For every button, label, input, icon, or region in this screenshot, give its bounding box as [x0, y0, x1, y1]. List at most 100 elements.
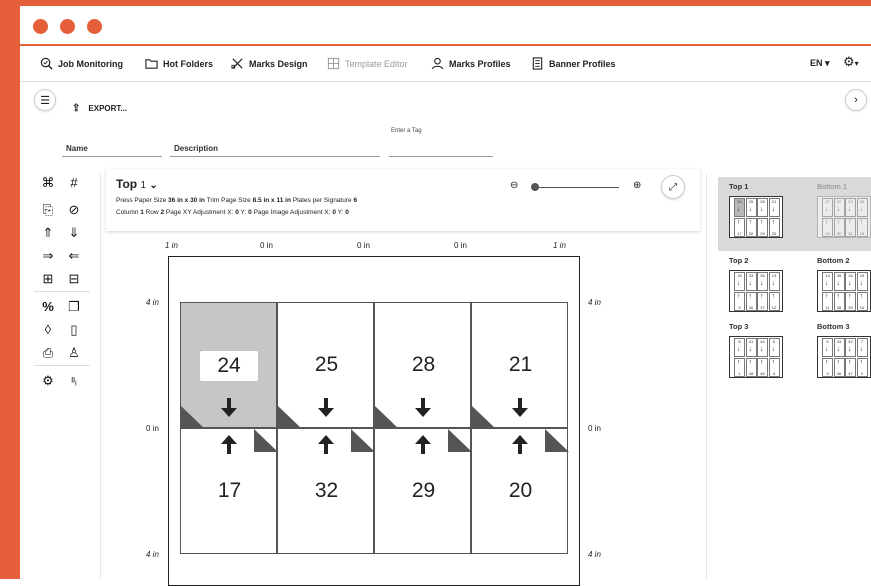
page-28[interactable]: 28 [374, 302, 471, 429]
signature-thumbnail[interactable]: 27 ↓ 22 ↓ 23 ↓ 26 ↓ 19 ↑ 30 ↑ 31 ↑ 18 ↑ [817, 196, 871, 238]
signature-info-line-2: Column 1 Row 2 Page XY Adjustment X: 0 Y… [116, 209, 349, 216]
map-tool[interactable]: ⌘ [38, 174, 58, 192]
signature-title: Top [116, 177, 138, 191]
page-25[interactable]: 25 [277, 302, 374, 429]
page-17[interactable]: 17 [180, 428, 278, 554]
signature-thumbnail[interactable]: 24 ↓ 25 ↓ 28 ↓ 21 ↓ 17 ↑ 32 ↑ 29 ↑ 20 ↑ [729, 196, 783, 238]
numbered-page-icon: ⎙ [42, 345, 54, 360]
signature-thumb-page: 5 ↓ [768, 338, 780, 357]
description-field[interactable] [170, 156, 380, 157]
zoom-out-button[interactable]: ⊖ [510, 180, 518, 191]
fullscreen-button[interactable]: ⤢ [661, 175, 685, 199]
menu-template-editor-label: Template Editor [345, 58, 408, 69]
signature-thumb-page-number: 29 [760, 231, 765, 236]
arrow-down-icon: ↓ [748, 206, 753, 213]
page-image-x-value: 0 [332, 209, 336, 216]
arrow-up-icon: ↑ [859, 219, 864, 226]
language-label: EN [810, 58, 823, 68]
blocked-icon: ⊘ [68, 202, 80, 217]
signature-selector[interactable]: Top 1 ⌄ [116, 177, 158, 191]
menu-hot-folders[interactable]: Hot Folders [145, 57, 213, 70]
book-tool[interactable]: ▯ [64, 321, 84, 339]
signature-thumb-page-number: 43 [836, 339, 842, 344]
page-image-label: Page Image Adjustment X: [253, 209, 331, 216]
page-20[interactable]: 20 [471, 428, 569, 554]
close-window-dot[interactable] [33, 19, 48, 34]
horizontal-spacing-tool[interactable]: ⊟ [64, 270, 84, 288]
zoom-slider[interactable] [534, 187, 619, 188]
settings-tool[interactable]: ⚙ [38, 372, 58, 390]
gear-icon: ⚙ [42, 373, 54, 388]
page-tool[interactable]: ⎘ [38, 201, 58, 219]
menu-marks-design[interactable]: Marks Design [231, 57, 308, 70]
signature-thumb-page: 25 ↓ [745, 198, 757, 217]
crossed-tools-icon [231, 58, 243, 69]
vertical-spacing-tool[interactable]: ⊞ [38, 270, 58, 288]
signature-thumb-page-number: 12 [771, 305, 777, 310]
minimize-window-dot[interactable] [60, 19, 75, 34]
signature-thumb-label: Bottom 3 [817, 322, 850, 331]
arrow-up-icon: ↑ [737, 293, 741, 300]
expand-panel-button[interactable]: › [845, 89, 867, 111]
page-number-tool[interactable]: # [64, 174, 84, 192]
menu-template-editor[interactable]: Template Editor [327, 57, 408, 70]
press-paper-size-value: 36 in x 30 in [168, 197, 205, 204]
align-top-tool[interactable]: ⇑ [38, 224, 58, 242]
settings-menu[interactable]: ⚙▾ [843, 54, 859, 70]
export-button[interactable]: ⇪ EXPORT... [72, 103, 127, 114]
signature-thumb-page: 19 ↑ [822, 218, 833, 237]
language-selector[interactable]: EN ▾ [810, 58, 830, 69]
signature-thumb-page: 27 ↓ [822, 198, 833, 217]
signature-thumb-page-number: 32 [748, 231, 754, 236]
tag-field[interactable] [389, 156, 493, 157]
signature-thumb-page: 36 ↓ [757, 272, 768, 291]
align-right-tool[interactable]: ⇒ [38, 247, 58, 265]
zoom-in-button[interactable]: ⊕ [633, 180, 641, 191]
signature-thumb-label: Top 2 [729, 256, 749, 265]
signature-thumb-page-number: 27 [825, 199, 830, 204]
arrow-down-icon: ↓ [825, 346, 829, 353]
arrow-down-icon [415, 398, 431, 417]
trim-page-size-value: 8.5 in x 11 in [252, 197, 291, 204]
signature-thumb-page: 15 ↓ [856, 272, 868, 291]
page-21[interactable]: 21 [471, 302, 568, 429]
sidebar-toggle-button[interactable]: ☰ [34, 89, 56, 111]
signature-thumb-page: 23 ↓ [845, 198, 856, 217]
align-left-tool[interactable]: ⇐ [64, 247, 84, 265]
signature-thumb-page-number: 9 [738, 305, 741, 310]
percentage-tool[interactable]: % [38, 298, 58, 316]
maximize-window-dot[interactable] [87, 19, 102, 34]
ink-tool[interactable]: ◊ [38, 321, 58, 339]
page-29[interactable]: 29 [374, 428, 472, 554]
zoom-slider-handle[interactable] [531, 183, 539, 191]
ruler-left-label: 4 in [146, 550, 159, 559]
signature-thumb-page-number: 15 [859, 273, 865, 278]
menu-job-monitoring[interactable]: Job Monitoring [40, 57, 123, 70]
page-24[interactable]: 24 [180, 302, 277, 429]
signature-thumb-page-number: 11 [825, 305, 830, 310]
arrow-down-icon: ↓ [825, 206, 829, 213]
utensils-tool[interactable]: ᴵᴵᵢ [64, 372, 84, 390]
signature-thumbnail[interactable]: 14 ↓ 35 ↓ 34 ↓ 15 ↓ 11 ↑ 38 ↑ 39 ↑ 10 ↑ [817, 270, 871, 312]
menu-marks-profiles[interactable]: Marks Profiles [431, 57, 511, 70]
page-32[interactable]: 32 [277, 428, 375, 554]
page-sequence-tool[interactable]: ⎙ [38, 344, 58, 362]
bottle-tool[interactable]: ♙ [64, 344, 84, 362]
signature-thumb-page: 40 ↑ [745, 292, 757, 311]
no-rotate-tool[interactable]: ⊘ [64, 201, 84, 219]
signature-thumbnail[interactable]: 8 ↓ 41 ↓ 44 ↓ 5 ↓ 1 ↑ 48 ↑ 45 ↑ 4 ↑ [729, 336, 783, 378]
ruler-top-label: 1 in [165, 241, 178, 250]
plates-value: 6 [353, 197, 358, 204]
name-field[interactable] [62, 156, 162, 157]
signature-thumbnail[interactable]: 6 ↓ 43 ↓ 42 ↓ 7 ↓ 3 ↑ 46 ↑ 47 ↑ 2 ↑ [817, 336, 871, 378]
page-xy-x-value: 0 [235, 209, 239, 216]
signature-thumb-page-number: 40 [748, 305, 754, 310]
folder-icon [145, 59, 158, 69]
signature-thumb-page-number: 5 [772, 339, 776, 344]
signature-thumbnail[interactable]: 16 ↓ 33 ↓ 36 ↓ 13 ↓ 9 ↑ 40 ↑ 37 ↑ 12 ↑ [729, 270, 783, 312]
signature-thumb-label: Top 1 [729, 182, 749, 191]
duplicate-tool[interactable]: ❐ [64, 298, 84, 316]
align-bottom-tool[interactable]: ⇓ [64, 224, 84, 242]
menu-banner-profiles[interactable]: Banner Profiles [531, 57, 616, 70]
signature-thumb-page-number: 10 [859, 305, 865, 310]
